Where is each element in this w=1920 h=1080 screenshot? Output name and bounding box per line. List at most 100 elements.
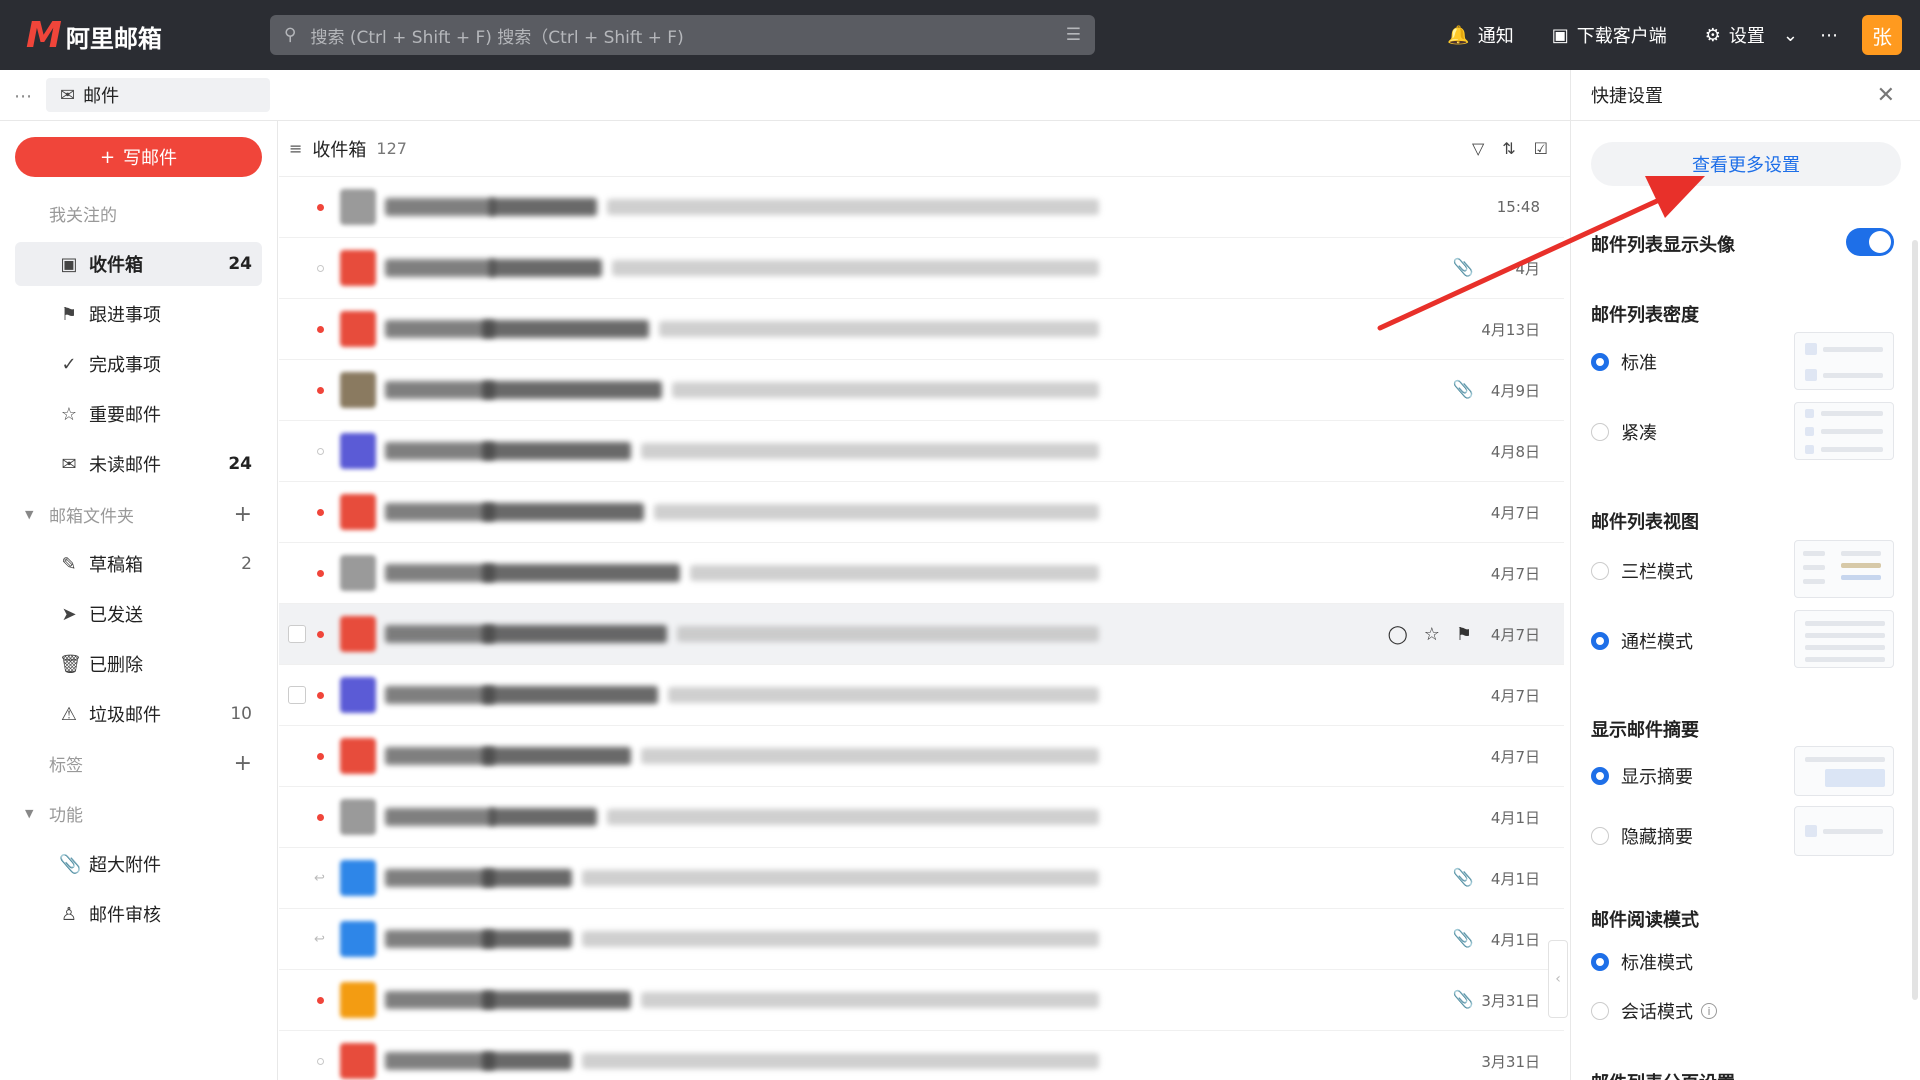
- collapse-menu-icon[interactable]: ≡: [289, 139, 302, 158]
- brand-name: 阿里邮箱: [65, 24, 162, 53]
- bell-icon: 🔔: [1447, 24, 1470, 46]
- replied-icon: ↩: [314, 870, 325, 886]
- sidebar-item-label: 完成事项: [89, 355, 161, 376]
- table-row[interactable]: 📎 3月31日: [279, 970, 1564, 1031]
- table-row[interactable]: 15:48: [279, 177, 1564, 238]
- density-compact-preview[interactable]: [1794, 402, 1894, 460]
- sidebar-item-large-attach[interactable]: 📎 超大附件: [15, 842, 262, 886]
- settings-dropdown[interactable]: ⌄: [1783, 25, 1798, 46]
- select-all-icon[interactable]: ☑: [1534, 139, 1548, 158]
- sidebar-item-follow-up[interactable]: ⚑ 跟进事项: [15, 292, 262, 336]
- warning-icon: ⚠: [60, 703, 78, 725]
- tag-icon[interactable]: ◯: [1388, 624, 1408, 645]
- show-summary-preview[interactable]: [1794, 746, 1894, 796]
- mail-date: 4月7日: [1490, 686, 1540, 705]
- section-features-label: 功能: [49, 805, 83, 826]
- avatar: [340, 494, 376, 530]
- sidebar-item-important[interactable]: ☆ 重要邮件: [15, 392, 262, 436]
- sender-name-blurred: [385, 991, 495, 1009]
- sort-icon[interactable]: ⇅: [1502, 139, 1515, 158]
- sidebar-item-spam[interactable]: ⚠ 垃圾邮件 10: [15, 692, 262, 736]
- apps-grid-icon[interactable]: ⋯: [14, 86, 32, 107]
- download-client-button[interactable]: ▣ 下载客户端: [1552, 22, 1667, 48]
- table-row[interactable]: 📎 4月: [279, 238, 1564, 299]
- section-folders[interactable]: ▼ 邮箱文件夹 +: [15, 494, 262, 534]
- subject-blurred: [482, 381, 662, 399]
- section-tags[interactable]: 标签 +: [15, 743, 262, 783]
- unread-dot: [317, 691, 324, 699]
- table-row[interactable]: 4月8日: [279, 421, 1564, 482]
- sidebar-item-done[interactable]: ✓ 完成事项: [15, 342, 262, 386]
- radio-density-compact[interactable]: 紧凑: [1591, 419, 1657, 445]
- close-icon[interactable]: ✕: [1877, 83, 1895, 108]
- radio-standard-mode[interactable]: 标准模式: [1591, 949, 1693, 975]
- star-icon[interactable]: ☆: [1424, 624, 1440, 645]
- flag-icon[interactable]: ⚑: [1456, 624, 1472, 645]
- sender-name-blurred: [385, 808, 495, 826]
- sidebar-item-unread[interactable]: ✉ 未读邮件 24: [15, 442, 262, 486]
- download-label: 下载客户端: [1576, 26, 1667, 47]
- sidebar-item-inbox[interactable]: ▣ 收件箱 24: [15, 242, 262, 286]
- settings-button[interactable]: ⚙ 设置: [1705, 22, 1765, 48]
- mail-date: 4月: [1515, 259, 1540, 278]
- table-row[interactable]: 4月7日: [279, 482, 1564, 543]
- section-features[interactable]: ▼ 功能: [15, 793, 262, 833]
- filter-icon[interactable]: ▽: [1472, 139, 1484, 158]
- table-row[interactable]: 4月7日: [279, 726, 1564, 787]
- chevron-left-icon: ‹: [1555, 971, 1561, 987]
- sidebar-item-sent[interactable]: ➤ 已发送: [15, 592, 262, 636]
- table-row[interactable]: 📎 4月9日: [279, 360, 1564, 421]
- view-three-col-preview[interactable]: [1794, 540, 1894, 598]
- add-folder-icon[interactable]: +: [234, 502, 252, 527]
- mail-date: 4月13日: [1481, 320, 1540, 339]
- radio-view-full-col[interactable]: 通栏模式: [1591, 628, 1693, 654]
- add-tag-icon[interactable]: +: [234, 751, 252, 776]
- search-icon: ⚲: [284, 25, 297, 45]
- sidebar-item-drafts[interactable]: ✎ 草稿箱 2: [15, 542, 262, 586]
- tab-mail[interactable]: ✉ 邮件: [46, 78, 270, 112]
- radio-label: 显示摘要: [1621, 767, 1693, 788]
- avatar: [340, 189, 376, 225]
- unread-dot: [317, 508, 324, 516]
- view-full-col-preview[interactable]: [1794, 610, 1894, 668]
- preview-blurred: [582, 870, 1099, 886]
- table-row[interactable]: ◯ ☆ ⚑ 4月7日: [279, 604, 1564, 665]
- radio-show-summary[interactable]: 显示摘要: [1591, 763, 1693, 789]
- radio-hide-summary[interactable]: 隐藏摘要: [1591, 823, 1693, 849]
- more-settings-button[interactable]: 查看更多设置: [1591, 142, 1901, 186]
- panel-scrollbar[interactable]: [1912, 240, 1918, 1000]
- notify-button[interactable]: 🔔 通知: [1447, 22, 1513, 48]
- user-avatar[interactable]: 张: [1862, 15, 1902, 55]
- radio-view-three-col[interactable]: 三栏模式: [1591, 558, 1693, 584]
- radio-density-standard[interactable]: 标准: [1591, 349, 1657, 375]
- table-row[interactable]: 4月13日: [279, 299, 1564, 360]
- plus-icon: +: [99, 146, 116, 168]
- table-row[interactable]: 4月7日: [279, 665, 1564, 726]
- radio-conversation-mode[interactable]: 会话模式 i: [1591, 998, 1717, 1024]
- sidebar-item-label: 收件箱: [89, 255, 143, 276]
- table-row[interactable]: 4月1日: [279, 787, 1564, 848]
- info-icon[interactable]: i: [1701, 1003, 1717, 1019]
- mail-date: 4月8日: [1490, 442, 1540, 461]
- compose-button[interactable]: + 写邮件: [15, 137, 262, 177]
- row-checkbox[interactable]: [288, 625, 306, 643]
- sidebar-item-deleted[interactable]: 🗑 已删除: [15, 642, 262, 686]
- hide-summary-preview[interactable]: [1794, 806, 1894, 856]
- search-input[interactable]: ⚲ 搜索 (Ctrl + Shift + F) 搜索（Ctrl + Shift …: [270, 15, 1095, 55]
- row-checkbox[interactable]: [288, 686, 306, 704]
- sidebar-item-review[interactable]: ♙ 邮件审核: [15, 892, 262, 936]
- table-row[interactable]: 3月31日: [279, 1031, 1564, 1080]
- sender-name-blurred: [385, 503, 495, 521]
- more-button[interactable]: ⋯: [1820, 25, 1838, 46]
- table-row[interactable]: 4月7日: [279, 543, 1564, 604]
- avatar-toggle[interactable]: [1846, 228, 1894, 256]
- section-folders-label: 邮箱文件夹: [49, 506, 134, 527]
- density-standard-preview[interactable]: [1794, 332, 1894, 390]
- table-row[interactable]: ↩ 📎 4月1日: [279, 848, 1564, 909]
- table-row[interactable]: ↩ 📎 4月1日: [279, 909, 1564, 970]
- collapse-panel-handle[interactable]: ‹: [1548, 940, 1568, 1018]
- sender-name-blurred: [385, 198, 495, 216]
- filter-settings-icon[interactable]: ☰: [1066, 25, 1081, 45]
- unread-dot: [317, 996, 324, 1004]
- brand-logo[interactable]: M 阿里邮箱: [26, 18, 162, 54]
